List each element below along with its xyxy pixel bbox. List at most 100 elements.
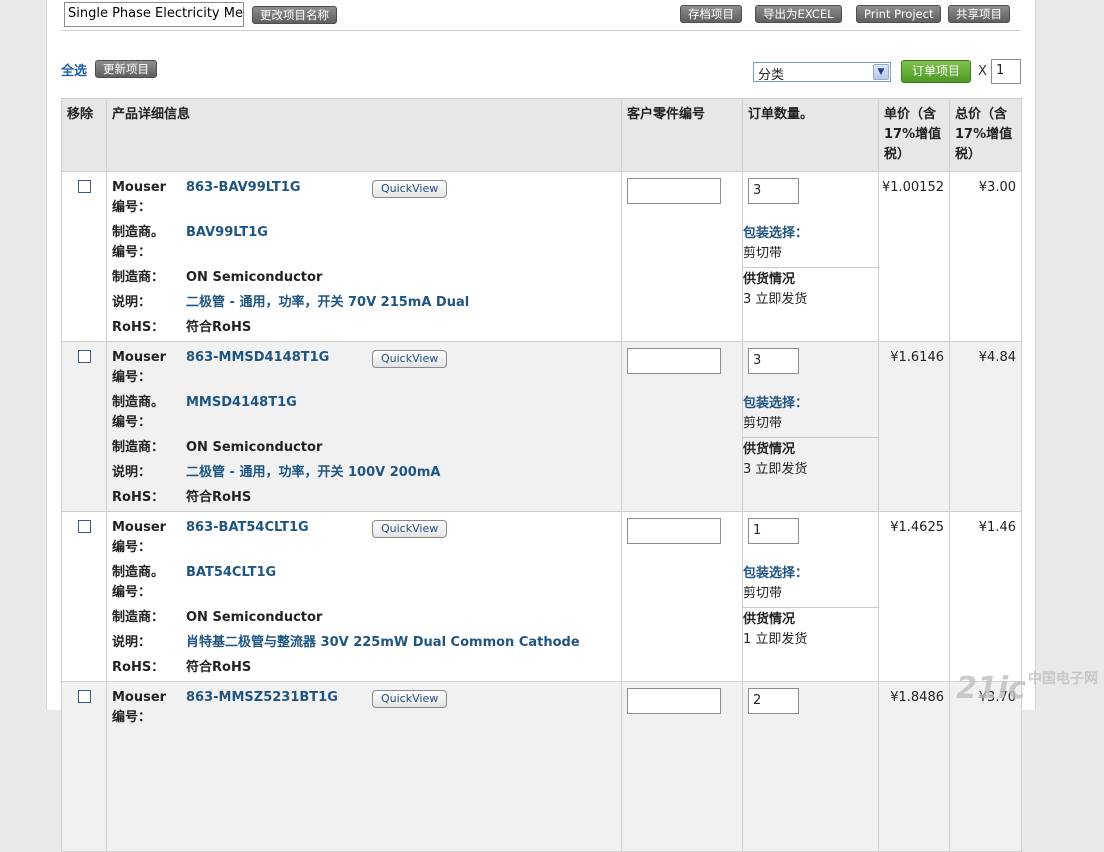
project-parts-table: 移除 产品详细信息 客户零件编号 订单数量。 单价（含17%增值税） 总价（含1…	[61, 98, 1022, 852]
table-row: Mouser 编号： 863-MMSZ5231BT1G QuickView 2 ¥…	[61, 681, 1022, 852]
supply-value: 3 立即发货	[743, 292, 808, 307]
mfr-value: ON Semiconductor	[186, 440, 323, 455]
customer-part-input[interactable]	[627, 518, 721, 544]
export-excel-button[interactable]: 导出为EXCEL	[755, 5, 842, 23]
customer-part-input[interactable]	[627, 178, 721, 204]
category-select[interactable]: 分类 ▼	[753, 62, 891, 83]
total-price: ¥1.46	[949, 511, 1022, 682]
desc-link[interactable]: 肖特基二极管与整流器 30V 225mW Dual Common Cathode	[186, 633, 580, 653]
packaging-value: 剪切带	[743, 586, 783, 601]
total-price: ¥3.70	[949, 681, 1022, 852]
header-product-details: 产品详细信息	[106, 98, 622, 172]
remove-checkbox[interactable]	[78, 690, 91, 703]
total-price: ¥4.84	[949, 341, 1022, 512]
times-label: X	[978, 64, 987, 79]
rohs-value: 符合RoHS	[186, 320, 252, 335]
packaging-label: 包装选择：	[743, 226, 809, 241]
quantity-input[interactable]: 3	[748, 178, 799, 204]
share-project-button[interactable]: 共享项目	[948, 5, 1010, 23]
cell-divider	[743, 437, 879, 438]
mouser-no-label: Mouser 编号：	[112, 520, 167, 555]
mfr-part-link[interactable]: BAV99LT1G	[186, 223, 268, 243]
supply-label: 供货情况	[743, 612, 796, 627]
mfr-label: 制造商：	[112, 440, 165, 455]
header-total-price: 总价（含17%增值税）	[949, 98, 1022, 172]
mouser-no-label: Mouser 编号：	[112, 690, 167, 725]
table-row: Mouser 编号： 863-BAV99LT1G QuickView 制造商。 编号…	[61, 171, 1022, 342]
update-project-button[interactable]: 更新项目	[95, 60, 157, 78]
project-name-input[interactable]: Single Phase Electricity Met	[64, 2, 244, 27]
save-project-button[interactable]: 存档项目	[680, 5, 742, 23]
supply-label: 供货情况	[743, 442, 796, 457]
packaging-value: 剪切带	[743, 416, 783, 431]
customer-part-input[interactable]	[627, 348, 721, 374]
mfr-part-link[interactable]: MMSD4148T1G	[186, 393, 297, 413]
total-price: ¥3.00	[949, 171, 1022, 342]
quickview-button[interactable]: QuickView	[372, 350, 448, 368]
packaging-value: 剪切带	[743, 246, 783, 261]
mfr-no-label: 制造商。 编号：	[112, 225, 165, 260]
unit-price: ¥1.6146	[878, 341, 950, 512]
quantity-input[interactable]: 2	[748, 688, 799, 714]
order-project-button[interactable]: 订单项目	[901, 60, 972, 83]
unit-price: ¥1.4625	[878, 511, 950, 682]
table-row: Mouser 编号： 863-MMSD4148T1G QuickView 制造商。…	[61, 341, 1022, 512]
rohs-label: RoHS：	[112, 320, 165, 335]
unit-price: ¥1.00152	[878, 171, 950, 342]
cell-divider	[743, 267, 879, 268]
desc-label: 说明：	[112, 465, 152, 480]
rohs-value: 符合RoHS	[186, 660, 252, 675]
desc-link[interactable]: 二极管 - 通用，功率，开关 100V 200mA	[186, 463, 440, 483]
category-select-value: 分类	[758, 68, 785, 83]
packaging-label: 包装选择：	[743, 396, 809, 411]
rename-project-button[interactable]: 更改项目名称	[252, 6, 337, 24]
table-row: Mouser 编号： 863-BAT54CLT1G QuickView 制造商。编…	[61, 511, 1022, 682]
mfr-value: ON Semiconductor	[186, 270, 323, 285]
table-header-row: 移除 产品详细信息 客户零件编号 订单数量。 单价（含17%增值税） 总价（含1…	[61, 98, 1022, 172]
mouser-no-label: Mouser 编号：	[112, 180, 167, 215]
chevron-down-icon[interactable]: ▼	[873, 64, 889, 80]
mfr-no-label: 制造商。 编号：	[112, 395, 165, 430]
print-project-button[interactable]: Print Project	[856, 5, 942, 23]
customer-part-input[interactable]	[627, 688, 721, 714]
order-multiplier-input[interactable]: 1	[991, 59, 1021, 84]
mfr-value: ON Semiconductor	[186, 610, 323, 625]
remove-checkbox[interactable]	[78, 180, 91, 193]
header-divider	[61, 30, 1021, 31]
mfr-label: 制造商：	[112, 610, 165, 625]
rohs-label: RoHS：	[112, 490, 165, 505]
site-watermark: 21ic 中国电子网	[956, 671, 1098, 706]
header-customer-part: 客户零件编号	[621, 98, 743, 172]
quantity-input[interactable]: 3	[748, 348, 799, 374]
watermark-sub: 中国电子网	[1028, 671, 1098, 687]
desc-label: 说明：	[112, 295, 152, 310]
rohs-label: RoHS：	[112, 660, 165, 675]
quickview-button[interactable]: QuickView	[372, 180, 448, 198]
header-order-qty: 订单数量。	[742, 98, 879, 172]
header-remove: 移除	[61, 98, 107, 172]
mouser-part-link[interactable]: 863-MMSZ5231BT1G	[186, 688, 338, 708]
mouser-no-label: Mouser 编号：	[112, 350, 167, 385]
supply-value: 3 立即发货	[743, 462, 808, 477]
cell-divider	[743, 607, 879, 608]
supply-label: 供货情况	[743, 272, 796, 287]
quickview-button[interactable]: QuickView	[372, 690, 448, 708]
mfr-no-label: 制造商。 编号：	[112, 565, 165, 600]
mouser-part-link[interactable]: 863-BAV99LT1G	[186, 178, 301, 198]
quantity-input[interactable]: 1	[748, 518, 799, 544]
select-all-link[interactable]: 全选	[61, 60, 87, 79]
mfr-label: 制造商：	[112, 270, 165, 285]
mfr-part-link[interactable]: BAT54CLT1G	[186, 563, 276, 583]
quickview-button[interactable]: QuickView	[372, 520, 448, 538]
mouser-part-link[interactable]: 863-BAT54CLT1G	[186, 518, 309, 538]
remove-checkbox[interactable]	[78, 520, 91, 533]
desc-link[interactable]: 二极管 - 通用，功率，开关 70V 215mA Dual	[186, 293, 469, 313]
unit-price: ¥1.8486	[878, 681, 950, 852]
desc-label: 说明：	[112, 635, 152, 650]
rohs-value: 符合RoHS	[186, 490, 252, 505]
watermark-text: 21ic	[956, 671, 1026, 706]
header-unit-price: 单价（含17%增值税）	[878, 98, 950, 172]
remove-checkbox[interactable]	[78, 350, 91, 363]
supply-value: 1 立即发货	[743, 632, 808, 647]
mouser-part-link[interactable]: 863-MMSD4148T1G	[186, 348, 329, 368]
